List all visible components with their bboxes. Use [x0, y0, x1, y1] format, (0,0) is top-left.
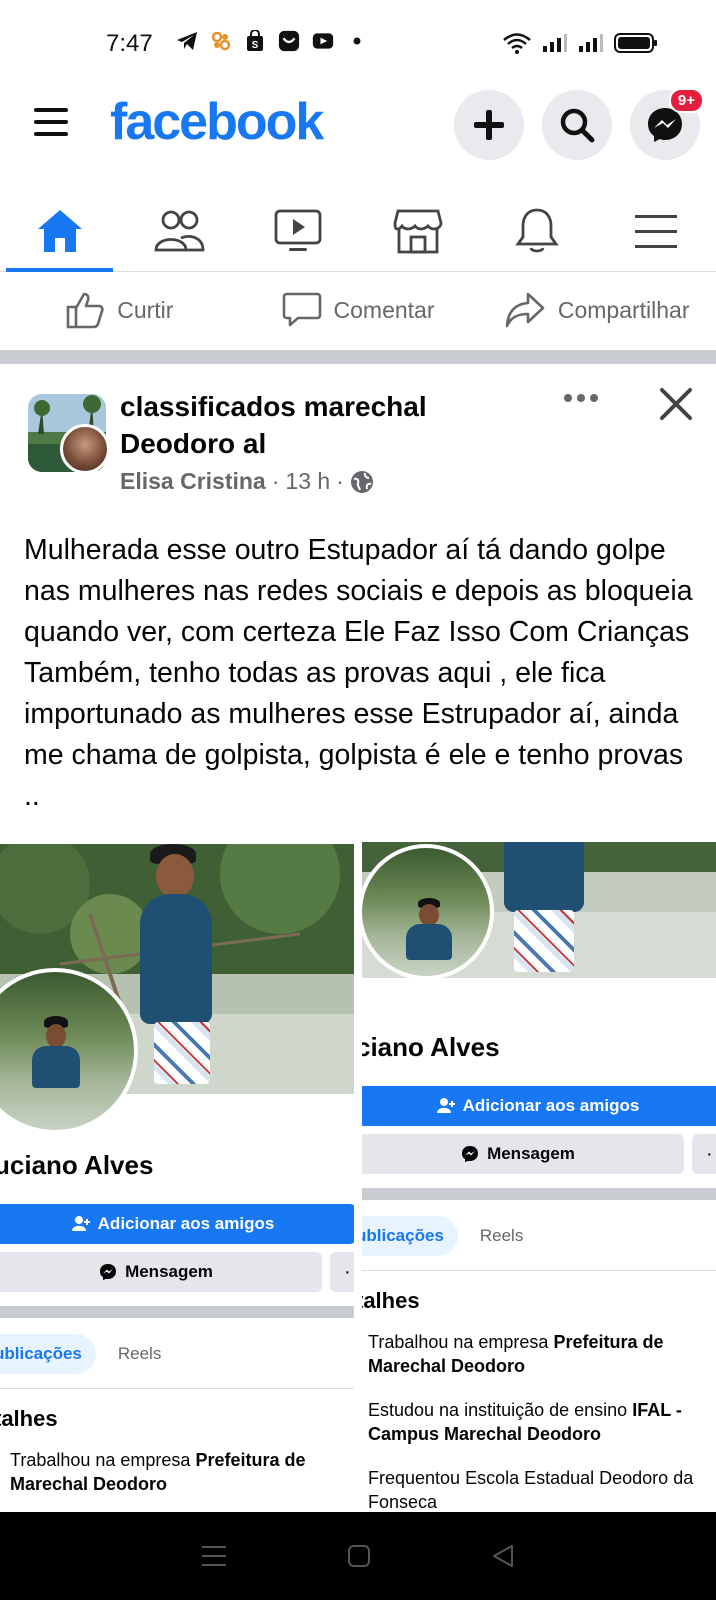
- more-profile-button: ·: [330, 1252, 354, 1292]
- notification-icons: S: [176, 30, 368, 52]
- add-friend-icon: [71, 1216, 90, 1231]
- section-divider: [0, 1306, 354, 1318]
- author-name[interactable]: Elisa Cristina: [120, 468, 266, 495]
- tab-posts: ublicações: [0, 1334, 96, 1374]
- back-icon[interactable]: [490, 1543, 516, 1569]
- facebook-logo[interactable]: facebook: [110, 92, 324, 152]
- status-bar: 7:47 S: [0, 0, 716, 86]
- plus-icon: [474, 110, 504, 140]
- menu-icon: [635, 214, 678, 248]
- system-navigation-bar: [0, 1512, 716, 1600]
- tab-notifications[interactable]: [477, 190, 596, 271]
- messenger-icon: [462, 1146, 479, 1162]
- dot-icon: [346, 30, 368, 52]
- bell-icon: [515, 208, 559, 252]
- comment-button[interactable]: Comentar: [239, 272, 478, 348]
- profile-tabs: ublicações Reels: [362, 1216, 523, 1256]
- detail-work: Trabalhou na empresa Prefeitura de Marec…: [10, 1450, 306, 1494]
- profile-name: uciano Alves: [0, 1150, 154, 1180]
- app-icon: [210, 30, 232, 52]
- message-button: Mensagem: [0, 1252, 322, 1292]
- section-divider: [362, 1188, 716, 1200]
- share-icon: [505, 292, 545, 328]
- youtube-icon: [312, 30, 334, 52]
- add-friend-button: Adicionar aos amigos: [362, 1086, 716, 1126]
- globe-icon: [350, 470, 373, 493]
- main-nav-tabs: [0, 190, 716, 272]
- friends-icon: [154, 210, 205, 251]
- messenger-icon: [100, 1264, 117, 1280]
- add-friend-icon: [436, 1098, 455, 1113]
- profile-tabs: ublicações Reels: [0, 1334, 161, 1374]
- shopping-bag-icon: S: [244, 30, 266, 52]
- meta-separator: ·: [336, 468, 344, 494]
- post-meta: Elisa Cristina · 13 h ·: [120, 468, 374, 495]
- post-image-left[interactable]: uciano Alves Adicionar aos amigos Mensag…: [0, 844, 354, 1514]
- post-image-right[interactable]: ciano Alves Adicionar aos amigos Mensage…: [362, 842, 716, 1512]
- divider-line: [0, 1388, 354, 1389]
- add-friend-button: Adicionar aos amigos: [0, 1204, 354, 1244]
- more-profile-button: ·: [692, 1134, 716, 1174]
- store-icon: [393, 209, 443, 253]
- detail-education: Estudou na instituição de ensino IFAL - …: [368, 1400, 682, 1444]
- share-label: Compartilhar: [557, 296, 690, 323]
- tab-home[interactable]: [0, 190, 119, 272]
- meta-separator: ·: [271, 468, 280, 494]
- hide-post-button[interactable]: [658, 386, 694, 422]
- alert-icon: [278, 30, 300, 52]
- video-icon: [274, 209, 322, 251]
- detail-work: Trabalhou na empresa Prefeitura de Marec…: [368, 1332, 664, 1376]
- thumbs-up-icon: [66, 292, 104, 329]
- comment-icon: [282, 292, 321, 327]
- tab-watch[interactable]: [239, 190, 358, 271]
- battery-icon: [614, 32, 658, 59]
- feed-divider: [0, 350, 716, 364]
- tab-posts: ublicações: [362, 1216, 458, 1256]
- share-button[interactable]: Compartilhar: [477, 272, 716, 348]
- detail-school: Frequentou Escola Estadual Deodoro da Fo…: [368, 1468, 694, 1512]
- tab-friends[interactable]: [119, 190, 238, 271]
- messenger-badge: 9+: [668, 88, 704, 113]
- group-name[interactable]: classificados marechal Deodoro al: [120, 388, 540, 462]
- signal-icon: [542, 33, 568, 58]
- post-action-bar: Curtir Comentar Compartilhar: [0, 272, 716, 348]
- profile-name: ciano Alves: [362, 1032, 500, 1062]
- recents-icon[interactable]: [200, 1543, 228, 1569]
- close-icon: [660, 388, 692, 420]
- home-button-icon[interactable]: [346, 1543, 372, 1569]
- post-time[interactable]: 13 h: [285, 468, 330, 495]
- message-button: Mensagem: [362, 1134, 684, 1174]
- tab-reels: Reels: [479, 1226, 524, 1245]
- messenger-button[interactable]: 9+: [630, 88, 704, 160]
- tab-reels: Reels: [117, 1344, 162, 1363]
- search-icon: [560, 108, 595, 143]
- wifi-icon: [502, 32, 532, 59]
- comment-label: Comentar: [333, 296, 435, 323]
- system-icons: [502, 32, 658, 59]
- details-title: talhes: [0, 1406, 58, 1431]
- search-button[interactable]: [542, 90, 612, 160]
- like-button[interactable]: Curtir: [0, 272, 239, 348]
- tab-menu[interactable]: [597, 190, 716, 271]
- signal-icon: [578, 33, 604, 58]
- post-images[interactable]: uciano Alves Adicionar aos amigos Mensag…: [0, 842, 716, 1514]
- post-options-button[interactable]: [564, 388, 604, 408]
- profile-picture: [362, 844, 494, 980]
- author-avatar[interactable]: [60, 424, 110, 474]
- post-text: Mulherada esse outro Estupador aí tá dan…: [24, 534, 693, 812]
- tab-marketplace[interactable]: [358, 190, 477, 271]
- create-button[interactable]: [454, 90, 524, 160]
- post-header: classificados marechal Deodoro al Elisa …: [0, 364, 716, 514]
- hamburger-menu-button[interactable]: [34, 108, 68, 142]
- telegram-icon: [176, 30, 198, 52]
- divider-line: [362, 1270, 716, 1271]
- svg-text:S: S: [252, 40, 259, 51]
- details-title: talhes: [362, 1288, 420, 1313]
- status-time: 7:47: [106, 30, 153, 57]
- like-label: Curtir: [117, 296, 174, 323]
- app-header: facebook 9+: [0, 86, 716, 186]
- home-icon: [37, 209, 82, 252]
